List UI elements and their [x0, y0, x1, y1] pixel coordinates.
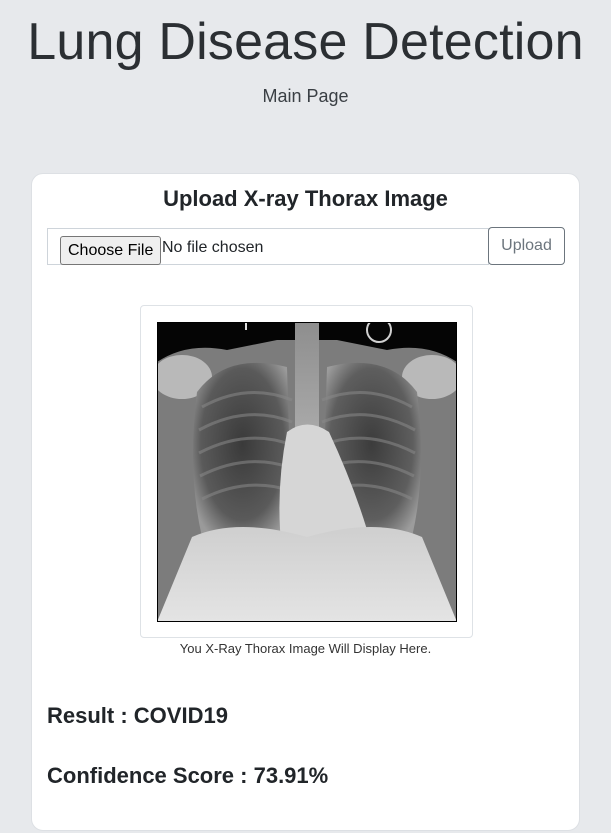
page-subtitle: Main Page: [262, 86, 349, 106]
file-status-text: No file chosen: [162, 239, 264, 256]
page-title: Lung Disease Detection: [27, 13, 584, 71]
choose-file-button[interactable]: Choose File: [60, 236, 162, 265]
result-text: Result : COVID19: [47, 703, 228, 728]
image-preview-frame: [140, 305, 473, 638]
chest-xray-image: [157, 322, 457, 622]
upload-button[interactable]: Upload: [488, 227, 565, 265]
file-input[interactable]: Choose File No file chosen: [47, 228, 489, 265]
confidence-score-text: Confidence Score : 73.91%: [47, 763, 329, 788]
card-title: Upload X-ray Thorax Image: [163, 186, 448, 211]
upload-card: Upload X-ray Thorax Image Choose File No…: [31, 173, 580, 831]
image-caption: You X-Ray Thorax Image Will Display Here…: [179, 641, 432, 656]
file-upload-row: Choose File No file chosen Upload: [47, 227, 566, 266]
